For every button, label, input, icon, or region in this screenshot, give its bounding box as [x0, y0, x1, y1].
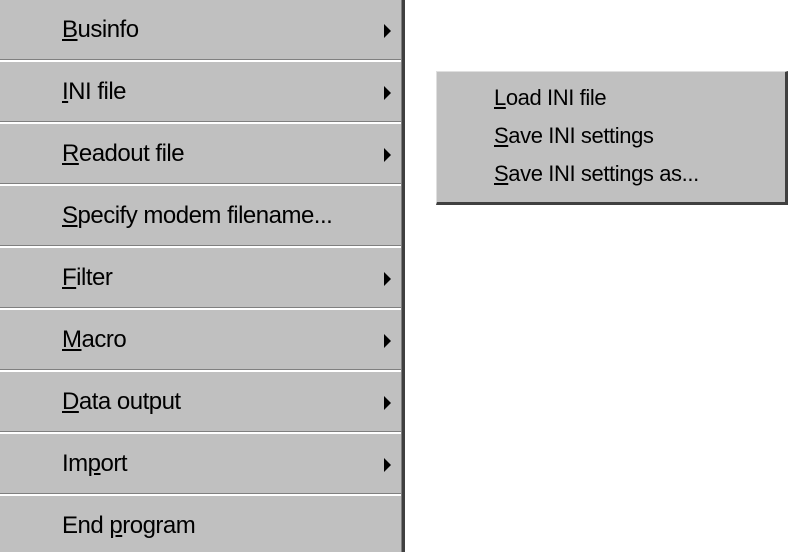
- submenu-arrow-icon: [384, 148, 391, 162]
- menu-item-label: Specify modem filename...: [62, 202, 333, 229]
- submenu-item-label: Load INI file: [494, 85, 607, 110]
- submenu-arrow-icon: [384, 458, 391, 472]
- menu-item-label: Data output: [62, 388, 181, 415]
- menu-item-filter[interactable]: Filter: [0, 248, 401, 310]
- menu-item-label: INI file: [62, 78, 127, 105]
- submenu-item-label: Save INI settings as...: [494, 161, 699, 186]
- menu-item-import[interactable]: Import: [0, 434, 401, 496]
- submenu-item-load-ini-file[interactable]: Load INI file: [437, 78, 785, 116]
- menu-item-macro[interactable]: Macro: [0, 310, 401, 372]
- menu-item-label: Macro: [62, 326, 127, 353]
- menu-item-label: Readout file: [62, 140, 185, 167]
- menu-item-label: Import: [62, 450, 128, 477]
- submenu-arrow-icon: [384, 396, 391, 410]
- submenu-arrow-icon: [384, 24, 391, 38]
- submenu-item-save-ini-settings-as[interactable]: Save INI settings as...: [437, 154, 785, 192]
- menu-item-specify-modem-filename[interactable]: Specify modem filename...: [0, 186, 401, 248]
- menu-item-data-output[interactable]: Data output: [0, 372, 401, 434]
- submenu-item-label: Save INI settings: [494, 123, 654, 148]
- context-menu: Businfo INI file Readout file Specify mo…: [0, 0, 405, 552]
- ini-file-submenu: Load INI file Save INI settings Save INI…: [436, 71, 788, 205]
- submenu-arrow-icon: [384, 86, 391, 100]
- menu-item-label: Businfo: [62, 16, 139, 43]
- menu-item-end-program[interactable]: End program: [0, 496, 401, 558]
- submenu-arrow-icon: [384, 334, 391, 348]
- menu-item-label: Filter: [62, 264, 113, 291]
- menu-item-label: End program: [62, 512, 196, 539]
- menu-item-readout-file[interactable]: Readout file: [0, 124, 401, 186]
- submenu-arrow-icon: [384, 272, 391, 286]
- submenu-item-save-ini-settings[interactable]: Save INI settings: [437, 116, 785, 154]
- menu-item-businfo[interactable]: Businfo: [0, 0, 401, 62]
- menu-item-ini-file[interactable]: INI file: [0, 62, 401, 124]
